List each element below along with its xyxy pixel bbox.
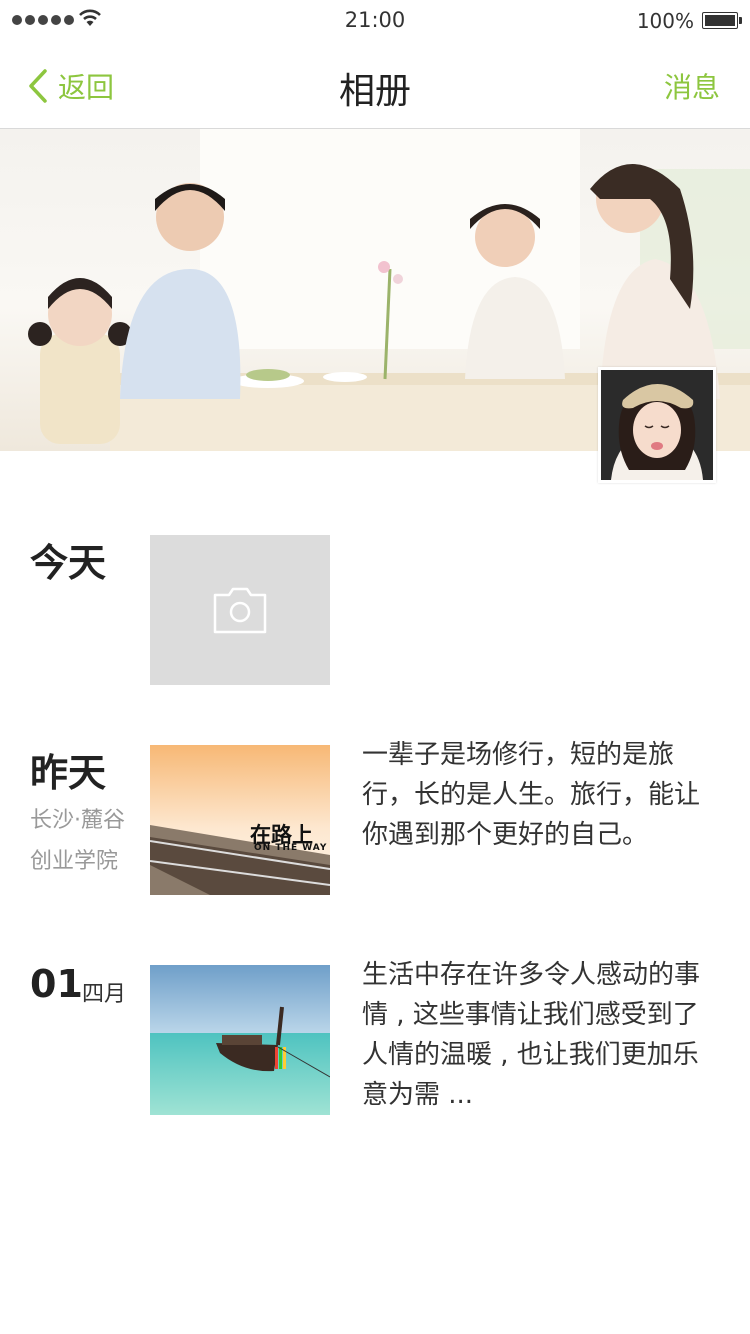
battery-icon (702, 12, 742, 29)
avatar-image (601, 370, 713, 480)
date-month: 四月 (82, 982, 127, 1007)
post-text[interactable]: 一辈子是场修行，短的是旅行，长的是人生。旅行，能让你遇到那个更好的自己。 (362, 735, 722, 855)
yesterday-label: 昨天 (30, 751, 107, 795)
avatar[interactable] (598, 367, 716, 483)
location-line-1: 长沙·麓谷 (30, 808, 125, 833)
boat-photo (150, 965, 330, 1115)
date-day: 01 (30, 962, 83, 1006)
messages-button[interactable]: 消息 (664, 66, 720, 106)
add-photo-button[interactable] (150, 535, 330, 685)
today-label: 今天 (30, 541, 107, 585)
navigation-bar: 返回 相册 消息 (0, 40, 750, 129)
post-text[interactable]: 生活中存在许多令人感动的事情 , 这些事情让我们感受到了人情的温暖 , 也让我们… (362, 955, 722, 1115)
camera-icon (213, 587, 267, 634)
location-line-2: 创业学院 (30, 849, 119, 874)
battery-percent: 100% (636, 9, 694, 33)
photo-caption-subtitle: ON THE WAY (254, 843, 328, 853)
post-photo-boat[interactable] (150, 965, 330, 1115)
post-photo-on-the-way[interactable]: 在路上 ON THE WAY (150, 745, 330, 895)
status-bar: 21:00 100% (0, 0, 750, 40)
page-title: 相册 (338, 71, 411, 112)
